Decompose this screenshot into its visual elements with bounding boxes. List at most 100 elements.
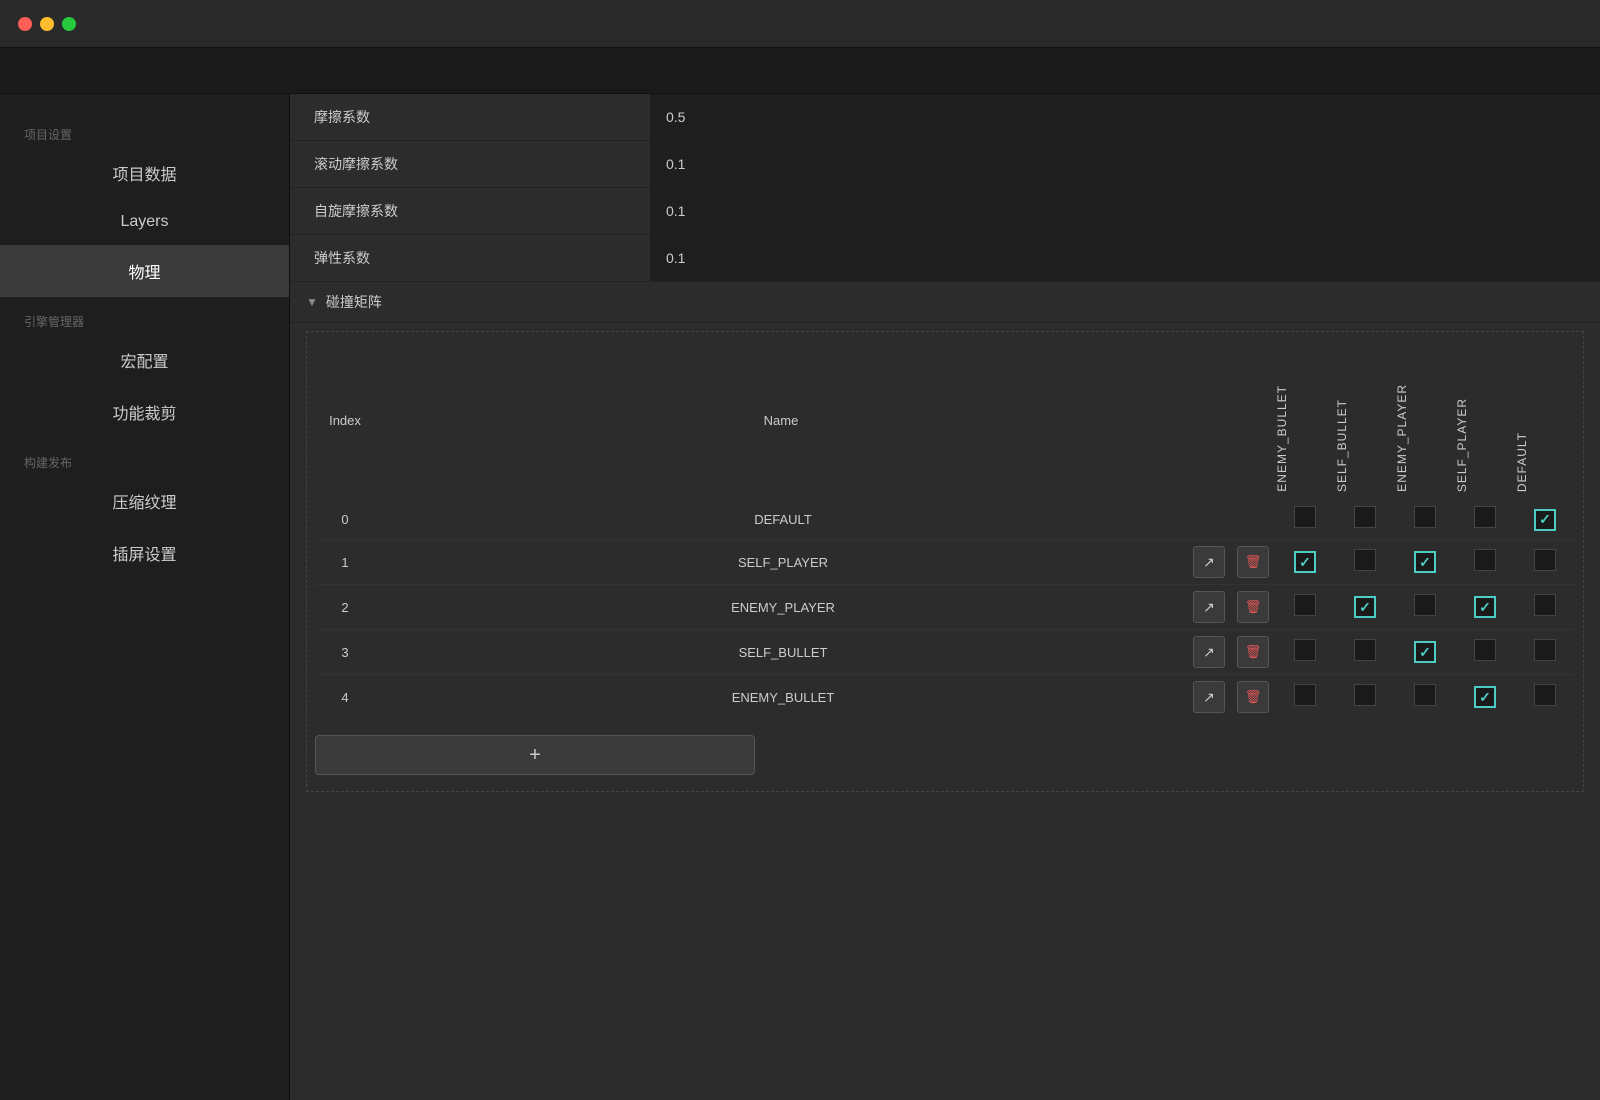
property-value[interactable]: 0.5 [650,94,1600,140]
matrix-checkbox[interactable] [1534,549,1556,571]
add-layer-button[interactable]: + [315,735,755,775]
matrix-checkbox[interactable] [1294,551,1316,573]
matrix-cell-check[interactable] [1335,585,1395,630]
matrix-row: 1SELF_PLAYER↗ 🗑 [315,540,1575,585]
matrix-checkbox[interactable] [1294,639,1316,661]
delete-layer-button[interactable]: 🗑 [1237,591,1269,623]
sidebar-item-physics[interactable]: 物理 [0,245,289,297]
matrix-cell-check[interactable] [1395,630,1455,675]
matrix-cell-check[interactable] [1455,500,1515,540]
matrix-cell-name: ENEMY_PLAYER [375,585,1187,630]
property-value[interactable]: 0.1 [650,188,1600,234]
edit-layer-button[interactable]: ↗ [1193,546,1225,578]
delete-layer-button[interactable]: 🗑 [1237,636,1269,668]
matrix-cell-check[interactable] [1335,675,1395,720]
edit-layer-button[interactable]: ↗ [1193,591,1225,623]
property-value[interactable]: 0.1 [650,141,1600,187]
matrix-checkbox[interactable] [1354,639,1376,661]
matrix-cell-check[interactable] [1515,540,1575,585]
matrix-checkbox[interactable] [1534,594,1556,616]
app-header [0,48,1600,94]
property-value[interactable]: 0.1 [650,235,1600,281]
matrix-checkbox[interactable] [1474,639,1496,661]
chevron-icon: ▼ [306,295,318,309]
matrix-checkbox[interactable] [1534,509,1556,531]
maximize-button[interactable] [62,17,76,31]
delete-layer-button[interactable]: 🗑 [1237,681,1269,713]
matrix-checkbox[interactable] [1294,506,1316,528]
matrix-checkbox[interactable] [1534,684,1556,706]
matrix-cell-check[interactable] [1275,585,1335,630]
matrix-checkbox[interactable] [1414,641,1436,663]
matrix-cell-index: 4 [315,675,375,720]
matrix-checkbox[interactable] [1354,596,1376,618]
matrix-cell-name: SELF_PLAYER [375,540,1187,585]
col-header-default: DEFAULT [1515,340,1575,500]
matrix-checkbox[interactable] [1414,506,1436,528]
matrix-checkbox[interactable] [1474,596,1496,618]
matrix-cell-index: 2 [315,585,375,630]
window-controls[interactable] [18,17,76,31]
sidebar-item-compress-texture[interactable]: 压缩纹理 [0,475,289,527]
property-row: 自旋摩擦系数0.1 [290,188,1600,235]
matrix-row: 0DEFAULT [315,500,1575,540]
matrix-cell-index: 1 [315,540,375,585]
matrix-cell-check[interactable] [1455,585,1515,630]
matrix-cell-check[interactable] [1395,585,1455,630]
matrix-row: 2ENEMY_PLAYER↗ 🗑 [315,585,1575,630]
sidebar-section-label: 项目设置 [0,118,289,147]
matrix-checkbox[interactable] [1474,686,1496,708]
matrix-checkbox[interactable] [1294,594,1316,616]
matrix-cell-name: SELF_BULLET [375,630,1187,675]
edit-layer-button[interactable]: ↗ [1193,636,1225,668]
matrix-checkbox[interactable] [1414,684,1436,706]
matrix-cell-check[interactable] [1455,540,1515,585]
sidebar: 项目设置项目数据Layers物理引擎管理器宏配置功能裁剪构建发布压缩纹理插屏设置 [0,94,290,1100]
matrix-checkbox[interactable] [1534,639,1556,661]
matrix-checkbox[interactable] [1474,506,1496,528]
matrix-checkbox[interactable] [1354,506,1376,528]
matrix-cell-name: ENEMY_BULLET [375,675,1187,720]
matrix-cell-check[interactable] [1335,500,1395,540]
matrix-checkbox[interactable] [1294,684,1316,706]
matrix-wrapper: Index Name ENEMY_BULLET SELF_BULLET [306,331,1584,792]
matrix-cell-check[interactable] [1275,500,1335,540]
matrix-cell-check[interactable] [1455,675,1515,720]
property-label: 自旋摩擦系数 [290,201,650,221]
matrix-checkbox[interactable] [1414,551,1436,573]
main-layout: 项目设置项目数据Layers物理引擎管理器宏配置功能裁剪构建发布压缩纹理插屏设置… [0,94,1600,1100]
matrix-checkbox[interactable] [1414,594,1436,616]
close-button[interactable] [18,17,32,31]
matrix-container: Index Name ENEMY_BULLET SELF_BULLET [290,331,1600,816]
matrix-cell-check[interactable] [1515,500,1575,540]
matrix-cell-name: DEFAULT [375,500,1187,540]
matrix-cell-check[interactable] [1275,540,1335,585]
matrix-cell-check[interactable] [1335,630,1395,675]
matrix-checkbox[interactable] [1474,549,1496,571]
sidebar-item-feature-clip[interactable]: 功能裁剪 [0,386,289,438]
matrix-cell-check[interactable] [1395,540,1455,585]
sidebar-item-project-data[interactable]: 项目数据 [0,147,289,199]
matrix-cell-check[interactable] [1515,675,1575,720]
minimize-button[interactable] [40,17,54,31]
col-header-enemy-bullet: ENEMY_BULLET [1275,340,1335,500]
matrix-checkbox[interactable] [1354,549,1376,571]
matrix-cell-check[interactable] [1395,500,1455,540]
matrix-cell-check[interactable] [1515,585,1575,630]
property-label: 滚动摩擦系数 [290,154,650,174]
matrix-cell-check[interactable] [1395,675,1455,720]
delete-layer-button[interactable]: 🗑 [1237,546,1269,578]
matrix-cell-check[interactable] [1275,675,1335,720]
sidebar-item-splash-screen[interactable]: 插屏设置 [0,527,289,579]
edit-layer-button[interactable]: ↗ [1193,681,1225,713]
matrix-cell-index: 3 [315,630,375,675]
property-row: 弹性系数0.1 [290,235,1600,282]
matrix-checkbox[interactable] [1354,684,1376,706]
titlebar [0,0,1600,48]
sidebar-item-macro-config[interactable]: 宏配置 [0,334,289,386]
sidebar-item-layers[interactable]: Layers [0,199,289,245]
matrix-cell-check[interactable] [1515,630,1575,675]
matrix-cell-check[interactable] [1275,630,1335,675]
matrix-cell-check[interactable] [1335,540,1395,585]
matrix-cell-check[interactable] [1455,630,1515,675]
